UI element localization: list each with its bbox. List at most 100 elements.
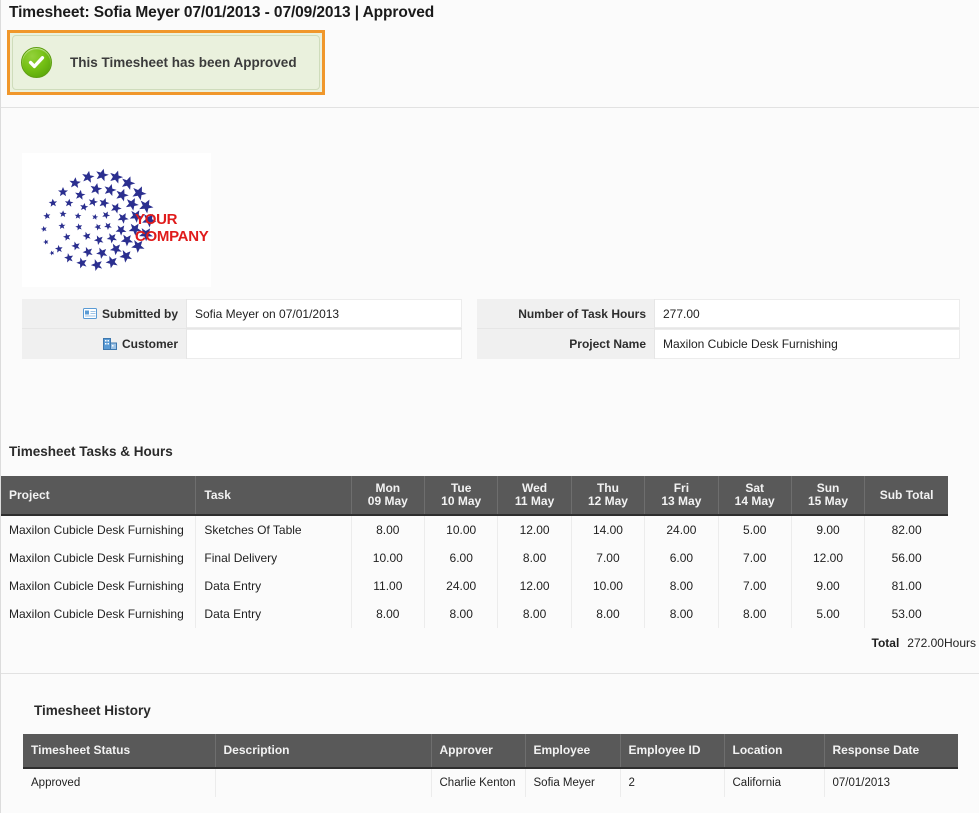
customer-label-text: Customer (121, 337, 178, 351)
timesheet-history-table: Timesheet Status Description Approver Em… (23, 734, 958, 797)
cell-location: California (724, 768, 825, 797)
column-header-approver[interactable]: Approver (431, 734, 526, 769)
column-header-thu-date: 12 May (587, 494, 628, 508)
history-header-row: Timesheet Status Description Approver Em… (23, 734, 958, 769)
timesheet-tasks-table: Project Task Mon 09 May Tue 10 May Wed 1… (1, 476, 948, 628)
cell-mon: 8.00 (351, 515, 426, 544)
column-header-description[interactable]: Description (215, 734, 432, 769)
submitted-by-value: Sofia Meyer on 07/01/2013 (187, 299, 462, 328)
cell-status: Approved (23, 768, 216, 797)
column-header-timesheet-status[interactable]: Timesheet Status (23, 734, 216, 769)
column-header-location[interactable]: Location (724, 734, 825, 769)
tasks-total-label: Total (871, 636, 900, 650)
column-header-employee[interactable]: Employee (525, 734, 621, 769)
cell-mon: 8.00 (351, 600, 426, 628)
history-table-body: Approved Charlie Kenton Sofia Meyer 2 Ca… (23, 768, 958, 797)
cell-response-date: 07/01/2013 (824, 768, 958, 797)
column-header-mon[interactable]: Mon 09 May (351, 476, 426, 516)
column-header-project[interactable]: Project (1, 476, 197, 516)
cell-sun: 9.00 (791, 572, 866, 600)
building-icon (102, 338, 117, 350)
task-hours-label: Number of Task Hours (477, 299, 655, 328)
logo-wordmark: YOUR COMPANY (135, 211, 209, 245)
column-header-wed[interactable]: Wed 11 May (497, 476, 572, 516)
column-header-sat[interactable]: Sat 14 May (718, 476, 792, 516)
customer-label: Customer (22, 329, 187, 359)
cell-tue: 8.00 (424, 600, 499, 628)
column-header-sat-date: 14 May (734, 494, 775, 508)
section-divider (1, 673, 979, 674)
approval-banner-inner: This Timesheet has been Approved (12, 35, 320, 90)
cell-sub-total: 53.00 (864, 600, 948, 628)
approval-banner: This Timesheet has been Approved (7, 30, 325, 95)
cell-tue: 6.00 (424, 544, 499, 572)
cell-mon: 10.00 (351, 544, 426, 572)
cell-approver: Charlie Kenton (431, 768, 526, 797)
cell-sat: 7.00 (718, 572, 792, 600)
info-row-submitted-by: Submitted by Sofia Meyer on 07/01/2013 (22, 299, 462, 329)
table-row: Maxilon Cubicle Desk Furnishing Data Ent… (1, 600, 948, 628)
timesheet-page: Timesheet: Sofia Meyer 07/01/2013 - 07/0… (0, 0, 979, 813)
tasks-table-body: Maxilon Cubicle Desk Furnishing Sketches… (1, 515, 948, 628)
cell-project: Maxilon Cubicle Desk Furnishing (1, 544, 197, 572)
cell-wed: 12.00 (497, 572, 572, 600)
cell-sub-total: 81.00 (864, 572, 948, 600)
cell-thu: 8.00 (571, 600, 646, 628)
cell-thu: 14.00 (571, 515, 646, 544)
column-header-thu[interactable]: Thu 12 May (571, 476, 646, 516)
column-header-tue[interactable]: Tue 10 May (424, 476, 499, 516)
cell-sat: 5.00 (718, 515, 792, 544)
history-section-heading: Timesheet History (34, 703, 151, 718)
column-header-response-date[interactable]: Response Date (824, 734, 958, 769)
column-header-employee-id[interactable]: Employee ID (620, 734, 725, 769)
submitted-by-label: Submitted by (22, 299, 187, 328)
column-header-fri[interactable]: Fri 13 May (644, 476, 719, 516)
table-row: Maxilon Cubicle Desk Furnishing Sketches… (1, 515, 948, 544)
cell-task: Sketches Of Table (195, 515, 352, 544)
cell-employee-id: 2 (620, 768, 725, 797)
cell-project: Maxilon Cubicle Desk Furnishing (1, 572, 197, 600)
column-header-fri-date: 13 May (661, 494, 702, 508)
logo-wordmark-line1: YOUR (135, 211, 178, 228)
cell-wed: 12.00 (497, 515, 572, 544)
cell-description (215, 768, 432, 797)
column-header-wed-date: 11 May (514, 494, 555, 508)
table-row: Maxilon Cubicle Desk Furnishing Final De… (1, 544, 948, 572)
cell-tue: 10.00 (424, 515, 499, 544)
timesheet-info-panel: Submitted by Sofia Meyer on 07/01/2013 C… (22, 299, 960, 360)
cell-sun: 12.00 (791, 544, 866, 572)
column-header-tue-date: 10 May (441, 494, 482, 508)
tasks-total-row: Total 272.00Hours (872, 636, 977, 650)
info-row-project-name: Project Name Maxilon Cubicle Desk Furnis… (477, 329, 960, 359)
tasks-section-heading: Timesheet Tasks & Hours (9, 444, 173, 459)
cell-employee: Sofia Meyer (525, 768, 621, 797)
cell-task: Data Entry (195, 600, 352, 628)
table-row: Approved Charlie Kenton Sofia Meyer 2 Ca… (23, 768, 958, 797)
tasks-table-head: Project Task Mon 09 May Tue 10 May Wed 1… (1, 476, 948, 516)
cell-task: Data Entry (195, 572, 352, 600)
cell-sat: 8.00 (718, 600, 792, 628)
cell-project: Maxilon Cubicle Desk Furnishing (1, 515, 197, 544)
approval-banner-message: This Timesheet has been Approved (70, 55, 297, 70)
cell-sub-total: 56.00 (864, 544, 948, 572)
id-card-icon (82, 308, 97, 319)
project-name-value: Maxilon Cubicle Desk Furnishing (655, 329, 960, 359)
cell-fri: 24.00 (644, 515, 719, 544)
page-title: Timesheet: Sofia Meyer 07/01/2013 - 07/0… (9, 4, 435, 21)
customer-value (187, 329, 462, 359)
cell-tue: 24.00 (424, 572, 499, 600)
cell-mon: 11.00 (351, 572, 426, 600)
submitted-by-label-text: Submitted by (101, 306, 178, 321)
cell-sun: 9.00 (791, 515, 866, 544)
info-column-right: Number of Task Hours 277.00 Project Name… (477, 299, 960, 360)
column-header-sun-date: 15 May (808, 494, 849, 508)
history-table-head: Timesheet Status Description Approver Em… (23, 734, 958, 769)
tasks-header-row: Project Task Mon 09 May Tue 10 May Wed 1… (1, 476, 948, 516)
column-header-sun[interactable]: Sun 15 May (791, 476, 866, 516)
cell-fri: 6.00 (644, 544, 719, 572)
column-header-task[interactable]: Task (195, 476, 352, 516)
cell-wed: 8.00 (497, 600, 572, 628)
column-header-sub-total[interactable]: Sub Total (864, 476, 948, 516)
cell-task: Final Delivery (195, 544, 352, 572)
table-row: Maxilon Cubicle Desk Furnishing Data Ent… (1, 572, 948, 600)
